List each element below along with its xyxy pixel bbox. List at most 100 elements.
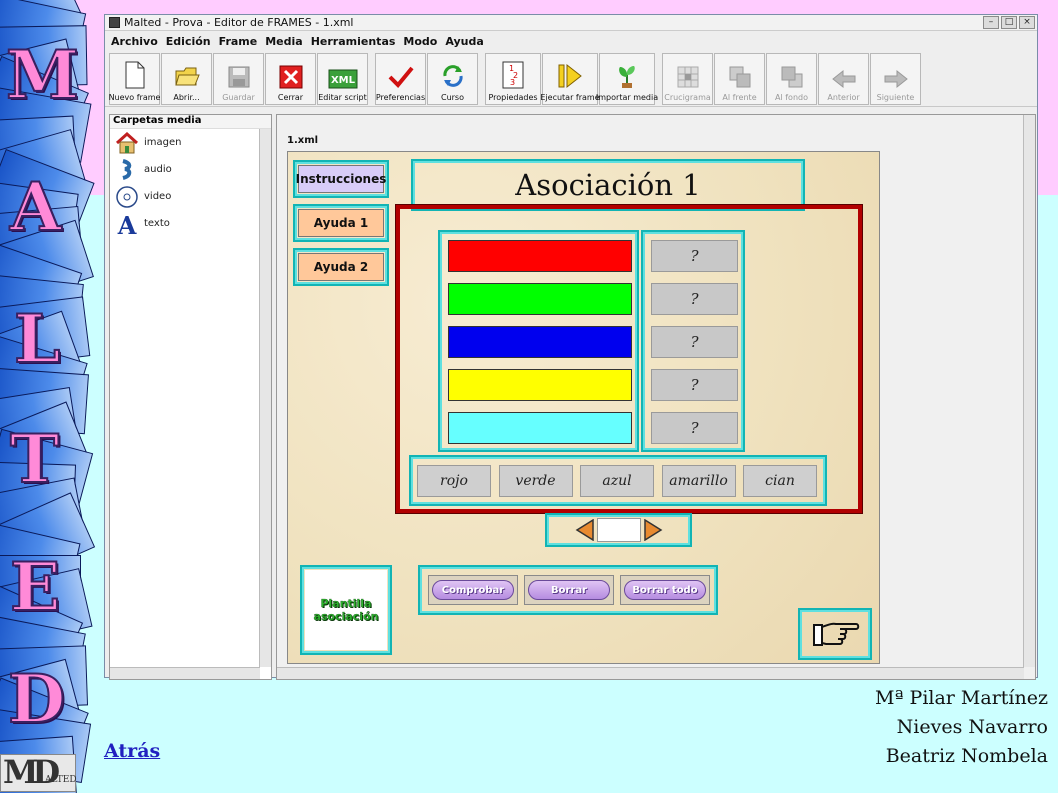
ayuda1-button[interactable]: Ayuda 1 — [298, 209, 384, 237]
borrar-button[interactable]: Borrar — [528, 580, 610, 600]
preferencias-button[interactable]: Preferencias — [375, 53, 426, 105]
action-buttons: Comprobar Borrar Borrar todo — [418, 565, 718, 615]
al-fondo-button[interactable]: Al fondo — [766, 53, 817, 105]
pointing-hand-icon[interactable] — [812, 619, 860, 649]
color-bar[interactable] — [448, 240, 632, 272]
word-tile[interactable]: verde — [498, 465, 573, 497]
anterior-button[interactable]: Anterior — [818, 53, 869, 105]
crucigrama-label: Crucigrama — [664, 93, 711, 102]
answer-slot[interactable]: ? — [651, 326, 738, 358]
al-fondo-label: Al fondo — [775, 93, 808, 102]
media-item-video[interactable]: video — [110, 183, 271, 210]
propiedades-button[interactable]: 123 Propiedades — [485, 53, 541, 105]
word-tile[interactable]: amarillo — [661, 465, 736, 497]
cerrar-button[interactable]: Cerrar — [265, 53, 316, 105]
strip-letter-a: A — [9, 167, 62, 247]
svg-text:3: 3 — [510, 78, 515, 87]
nav-prev-icon[interactable] — [575, 519, 595, 541]
strip-letter-e: E — [9, 547, 61, 627]
editor-window: Malted - Prova - Editor de FRAMES - 1.xm… — [104, 14, 1038, 680]
editor-tab[interactable]: 1.xml — [287, 135, 318, 146]
crossword-icon — [677, 66, 698, 88]
window-title: Malted - Prova - Editor de FRAMES - 1.xm… — [124, 16, 354, 29]
abrir-button[interactable]: Abrir... — [161, 53, 212, 105]
media-horizontal-scrollbar[interactable] — [110, 667, 260, 679]
menu-media[interactable]: Media — [265, 35, 302, 48]
answers-column: ????? — [641, 230, 745, 452]
exercise-title: Asociación 1 — [515, 168, 701, 202]
plantilla-box: Plantilla asociación — [300, 565, 392, 655]
borrar-todo-wrap: Borrar todo — [620, 575, 710, 605]
window-controls: – □ × — [983, 16, 1035, 29]
malted-logo: MD ALTED — [0, 753, 77, 792]
author-1: Mª Pilar Martínez — [875, 687, 1048, 709]
al-frente-button[interactable]: Al frente — [714, 53, 765, 105]
media-item-imagen[interactable]: imagen — [110, 129, 271, 156]
editar-script-label: Editar script — [318, 93, 367, 102]
media-item-audio[interactable]: audio — [110, 156, 271, 183]
ayuda2-box: Ayuda 2 — [293, 248, 389, 286]
menu-ayuda[interactable]: Ayuda — [445, 35, 483, 48]
curso-label: Curso — [440, 93, 464, 102]
ayuda2-button[interactable]: Ayuda 2 — [298, 253, 384, 281]
plantilla-line1: Plantilla — [320, 597, 372, 610]
media-item-video-label: video — [144, 191, 172, 202]
ejecutar-frame-label: Ejecutar frame — [540, 93, 600, 102]
maximize-button[interactable]: □ — [1001, 16, 1017, 29]
color-bar[interactable] — [448, 369, 632, 401]
anterior-label: Anterior — [827, 93, 860, 102]
abrir-label: Abrir... — [173, 93, 200, 102]
media-item-texto-label: texto — [144, 218, 170, 229]
color-bar[interactable] — [448, 326, 632, 358]
word-tile[interactable]: cian — [743, 465, 817, 497]
crucigrama-button[interactable]: Crucigrama — [662, 53, 713, 105]
comprobar-button[interactable]: Comprobar — [432, 580, 514, 600]
minimize-button[interactable]: – — [983, 16, 999, 29]
author-3: Beatriz Nombela — [885, 745, 1048, 767]
importar-media-label: Importar media — [595, 93, 659, 102]
nuevo-frame-button[interactable]: Nuevo frame — [109, 53, 160, 105]
siguiente-button[interactable]: Siguiente — [870, 53, 921, 105]
importar-media-button[interactable]: Importar media — [595, 53, 659, 105]
toolbar: Nuevo frame Abrir... Guardar Cerrar XML … — [105, 51, 1037, 107]
back-link[interactable]: Atrás — [104, 740, 160, 762]
editor-vertical-scrollbar[interactable] — [1023, 115, 1035, 667]
media-item-imagen-label: imagen — [144, 137, 182, 148]
nav-page-field[interactable] — [597, 518, 641, 542]
play-icon — [558, 63, 582, 89]
close-window-button[interactable]: × — [1019, 16, 1035, 29]
answer-slot[interactable]: ? — [651, 240, 738, 272]
instrucciones-box: Instrucciones — [293, 160, 389, 198]
word-tile[interactable]: rojo — [417, 465, 491, 497]
color-bar[interactable] — [448, 412, 632, 444]
menu-edicion[interactable]: Edición — [166, 35, 211, 48]
import-plant-icon — [619, 66, 635, 88]
editor-horizontal-scrollbar[interactable] — [277, 667, 1024, 679]
curso-button[interactable]: Curso — [427, 53, 478, 105]
answer-slot[interactable]: ? — [651, 283, 738, 315]
menu-archivo[interactable]: Archivo — [111, 35, 158, 48]
color-bar[interactable] — [448, 283, 632, 315]
menu-frame[interactable]: Frame — [219, 35, 258, 48]
answer-slot[interactable]: ? — [651, 412, 738, 444]
answer-slot[interactable]: ? — [651, 369, 738, 401]
instrucciones-button[interactable]: Instrucciones — [296, 165, 386, 193]
numbered-list-icon: 123 — [502, 61, 524, 89]
xml-icon: XML — [328, 69, 357, 89]
editar-script-button[interactable]: XML Editar script — [317, 53, 368, 105]
authors-block: Mª Pilar Martínez Nieves Navarro Beatriz… — [875, 684, 1048, 771]
media-item-audio-label: audio — [144, 164, 172, 175]
plantilla-line2: asociación — [313, 610, 379, 623]
ejecutar-frame-button[interactable]: Ejecutar frame — [540, 53, 600, 105]
borrar-todo-button[interactable]: Borrar todo — [624, 580, 706, 600]
word-tile[interactable]: azul — [580, 465, 654, 497]
guardar-button[interactable]: Guardar — [213, 53, 264, 105]
comprobar-wrap: Comprobar — [428, 575, 518, 605]
media-item-texto[interactable]: A texto — [110, 210, 271, 237]
menu-modo[interactable]: Modo — [403, 35, 437, 48]
checkmark-icon — [388, 66, 414, 88]
media-vertical-scrollbar[interactable] — [259, 129, 271, 667]
strip-letter-d: D — [7, 659, 66, 739]
menu-herramientas[interactable]: Herramientas — [311, 35, 396, 48]
nav-next-icon[interactable] — [643, 519, 663, 541]
